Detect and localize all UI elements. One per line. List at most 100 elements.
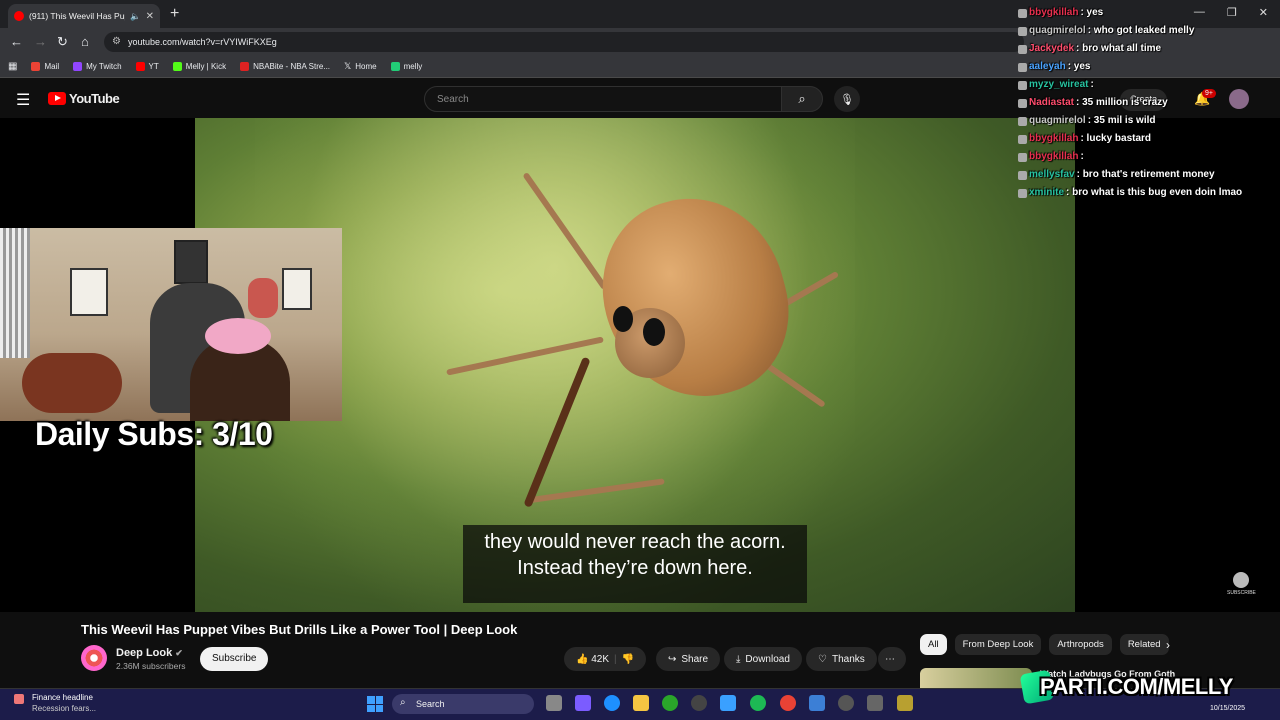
file-explorer-icon[interactable] (633, 695, 649, 711)
bookmark-mail[interactable]: Mail (31, 62, 59, 71)
thumbs-down-icon: 👎 (621, 653, 635, 665)
home-icon[interactable]: ⌂ (81, 34, 89, 49)
chat-message: bbygkillah: yes (1018, 4, 1278, 22)
windows-start-icon[interactable] (367, 696, 383, 712)
chat-badge-icon (1018, 152, 1027, 162)
chat-username: bbygkillah (1029, 7, 1079, 18)
back-icon[interactable]: ← (10, 34, 23, 49)
chrome-icon[interactable] (780, 695, 796, 711)
copilot-icon[interactable] (575, 695, 591, 711)
chat-username: quagmirelol (1029, 115, 1086, 126)
chat-message: aaleyah: yes (1018, 58, 1278, 76)
search-icon: ⌕ (400, 697, 406, 708)
chat-badge-icon (1018, 116, 1027, 126)
more-icon: ⋯ (885, 653, 895, 665)
chat-username: bbygkillah (1029, 133, 1079, 144)
channel-watermark-icon (1233, 572, 1250, 588)
bookmark-nbabite[interactable]: NBABite - NBA Stre... (240, 62, 330, 71)
webcam-poster (174, 240, 208, 284)
new-tab-button[interactable]: + (170, 5, 179, 23)
webcam-overlay (0, 228, 342, 421)
youtube-favicon-icon (14, 11, 24, 21)
spotify-icon[interactable] (750, 695, 766, 711)
channel-subscriber-count: 2.36M subscribers (116, 661, 186, 671)
forward-icon[interactable]: → (34, 34, 47, 49)
media-player-icon[interactable] (838, 695, 854, 711)
url-text: youtube.com/watch?v=rVYIWiFKXEg (128, 37, 277, 47)
edge-icon[interactable] (604, 695, 620, 711)
bookmark-yt[interactable]: YT (135, 62, 159, 71)
obs-icon[interactable] (897, 695, 913, 711)
hamburger-menu-icon[interactable]: ☰ (16, 90, 30, 110)
browser-tab[interactable]: (911) This Weevil Has Puppet Vibes But D… (8, 4, 160, 28)
photos-icon[interactable] (809, 695, 825, 711)
chat-badge-icon (1018, 62, 1027, 72)
close-tab-icon[interactable]: ✕ (146, 11, 154, 22)
bookmark-twitch[interactable]: My Twitch (73, 62, 122, 71)
weevil-eye (643, 318, 665, 346)
chat-username: mellysfav (1029, 169, 1075, 180)
app-icon[interactable] (867, 695, 883, 711)
chat-message: bbygkillah: lucky bastard (1018, 130, 1278, 148)
chat-username: aaleyah (1029, 61, 1066, 72)
search-button[interactable]: ⌕ (781, 86, 823, 112)
speaker-icon[interactable]: 🔈 (130, 11, 141, 22)
like-button[interactable]: 👍 42K (576, 654, 609, 665)
taskbar-date: 10/15/2025 (1210, 705, 1246, 712)
chip-arthropods[interactable]: Arthropods (1049, 634, 1112, 655)
weevil-eye (613, 306, 633, 332)
news-widget[interactable]: Finance headline Recession fears... (32, 692, 96, 714)
search-input[interactable]: Search (424, 86, 782, 112)
bookmark-x-home[interactable]: 𝕏 Home (344, 61, 377, 72)
chip-from-deep-look[interactable]: From Deep Look (954, 634, 1042, 655)
chat-badge-icon (1018, 26, 1027, 36)
news-widget-icon (14, 694, 24, 704)
youtube-icon (135, 62, 145, 71)
subscribe-watermark[interactable]: SUBSCRIBE (1227, 572, 1256, 596)
steam-icon[interactable] (691, 695, 707, 711)
voice-search-button[interactable]: 🎙 (834, 86, 860, 112)
chat-badge-icon (1018, 98, 1027, 108)
taskbar-search[interactable]: ⌕ Search (392, 694, 534, 714)
parti-branding: PARTI.COM/MELLY (1040, 674, 1233, 699)
more-actions-button[interactable]: ⋯ (878, 647, 906, 671)
address-bar[interactable]: ⚙ youtube.com/watch?v=rVYIWiFKXEg (104, 32, 1024, 52)
kick-icon (172, 62, 182, 71)
thanks-button[interactable]: ♡ Thanks (806, 647, 877, 671)
site-info-icon[interactable]: ⚙ (112, 36, 121, 47)
bookmark-melly[interactable]: melly (390, 62, 422, 71)
store-icon[interactable] (720, 695, 736, 711)
channel-name[interactable]: Deep Look ✔ (116, 647, 183, 659)
chip-all[interactable]: All (920, 634, 947, 655)
related-filter-chips: All From Deep Look Arthropods Related (920, 634, 1169, 655)
share-button[interactable]: ↪ Share (656, 647, 721, 671)
chat-username: myzy_wireat (1029, 79, 1089, 90)
chat-text: : yes (1080, 7, 1104, 18)
webcam-window-blinds (0, 228, 30, 358)
reload-icon[interactable]: ↻ (57, 34, 68, 50)
webcam-poster (282, 268, 312, 310)
chat-message: myzy_wireat: (1018, 76, 1278, 94)
apps-icon[interactable]: ▦ (8, 61, 17, 72)
download-button[interactable]: ⤓ Download (724, 647, 802, 671)
chevron-right-icon[interactable]: › (1166, 638, 1170, 652)
chat-badge-icon (1018, 134, 1027, 144)
video-title: This Weevil Has Puppet Vibes But Drills … (81, 622, 518, 637)
webcam-poster (70, 268, 108, 316)
youtube-logo[interactable]: YouTube (48, 91, 120, 106)
search-icon: ⌕ (798, 91, 806, 106)
xbox-icon[interactable] (662, 695, 678, 711)
nba-icon (240, 62, 250, 71)
chat-username: quagmirelol (1029, 25, 1086, 36)
task-view-icon[interactable] (546, 695, 562, 711)
subscribe-button[interactable]: Subscribe (200, 647, 269, 671)
channel-avatar[interactable] (81, 645, 107, 671)
bookmark-kick[interactable]: Melly | Kick (172, 62, 226, 71)
chat-overlay: bbygkillah: yes quagmirelol: who got leak… (1018, 4, 1278, 202)
chat-message: quagmirelol: 35 mil is wild (1018, 112, 1278, 130)
dislike-button[interactable]: 👎 (622, 654, 634, 665)
verified-icon: ✔ (175, 648, 183, 658)
chat-username: Jackydek (1029, 43, 1075, 54)
chip-related[interactable]: Related (1119, 634, 1169, 655)
download-icon: ⤓ (736, 653, 741, 665)
